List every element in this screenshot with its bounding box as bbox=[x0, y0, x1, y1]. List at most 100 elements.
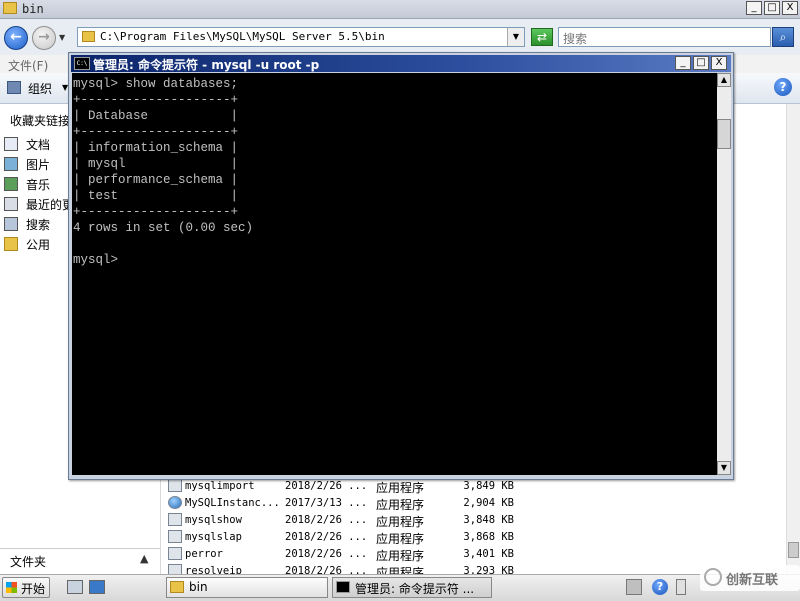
console-text: mysql> show databases; +----------------… bbox=[73, 77, 254, 267]
favorites-heading: 收藏夹链接 bbox=[10, 114, 71, 128]
watermark-logo-icon bbox=[704, 568, 722, 586]
file-date: 2018/2/26 ... bbox=[285, 480, 368, 492]
console-output[interactable]: mysql> show databases; +----------------… bbox=[72, 73, 717, 475]
watermark: 创新互联 bbox=[700, 565, 800, 591]
start-label: 开始 bbox=[21, 582, 46, 596]
folder-icon bbox=[3, 2, 17, 14]
file-name: mysqlslap bbox=[185, 531, 242, 543]
task-label: 管理员: 命令提示符 ... bbox=[355, 582, 475, 596]
file-row[interactable]: resolveip 2018/2/26 ... 应用程序 3,293 KB bbox=[168, 563, 688, 574]
file-type: 应用程序 bbox=[376, 566, 425, 574]
cmd-title-bar[interactable]: C:\ 管理员: 命令提示符 - mysql -u root -p _ □ X bbox=[71, 55, 731, 72]
file-type: 应用程序 bbox=[376, 498, 425, 512]
application-icon bbox=[168, 530, 182, 543]
file-size: 3,868 KB bbox=[463, 531, 514, 543]
address-field[interactable]: C:\Program Files\MySQL\MySQL Server 5.5\… bbox=[77, 27, 525, 47]
file-date: 2018/2/26 ... bbox=[285, 548, 368, 560]
scroll-up-icon[interactable]: ▲ bbox=[717, 73, 731, 87]
scroll-down-icon[interactable]: ▼ bbox=[717, 461, 731, 475]
console-icon: C:\ bbox=[74, 57, 90, 70]
recent-icon bbox=[4, 197, 18, 211]
refresh-button[interactable]: ⇄ bbox=[531, 28, 553, 46]
minimize-button[interactable]: _ bbox=[675, 56, 691, 70]
address-dropdown-icon[interactable]: ▼ bbox=[507, 28, 524, 46]
maximize-button[interactable]: □ bbox=[693, 56, 709, 70]
application-icon bbox=[168, 479, 182, 492]
file-date: 2018/2/26 ... bbox=[285, 531, 368, 543]
close-button[interactable]: X bbox=[782, 1, 798, 15]
folders-label: 文件夹 bbox=[10, 555, 47, 569]
back-arrow-icon: ← bbox=[10, 29, 22, 45]
back-button[interactable]: ← bbox=[4, 26, 28, 50]
cmd-title: 管理员: 命令提示符 - mysql -u root -p bbox=[93, 58, 320, 72]
file-type: 应用程序 bbox=[376, 515, 425, 529]
show-desktop-icon[interactable] bbox=[89, 580, 105, 594]
task-label: bin bbox=[189, 580, 208, 594]
file-date: 2018/2/26 ... bbox=[285, 565, 368, 574]
sidebar-item-label: 公用 bbox=[26, 238, 51, 252]
application-icon bbox=[168, 564, 182, 574]
scrollbar-thumb[interactable] bbox=[788, 542, 799, 558]
file-date: 2018/2/26 ... bbox=[285, 514, 368, 526]
history-dropdown-icon[interactable]: ▼ bbox=[59, 33, 65, 42]
explorer-title: bin bbox=[22, 2, 44, 16]
forward-button[interactable]: → bbox=[32, 26, 56, 50]
windows-logo-icon bbox=[6, 582, 17, 593]
cmd-window-controls: _ □ X bbox=[675, 56, 727, 70]
file-type: 应用程序 bbox=[376, 532, 425, 546]
help-icon[interactable]: ? bbox=[652, 579, 668, 595]
file-row[interactable]: mysqlslap 2018/2/26 ... 应用程序 3,868 KB bbox=[168, 529, 688, 546]
console-scrollbar[interactable]: ▲ ▼ bbox=[717, 73, 731, 475]
folder-icon bbox=[170, 581, 184, 593]
file-type: 应用程序 bbox=[376, 549, 425, 563]
start-button[interactable]: 开始 bbox=[2, 577, 50, 598]
chevron-up-icon: ▲ bbox=[140, 552, 149, 565]
forward-arrow-icon: → bbox=[38, 29, 50, 45]
sidebar-item-label: 文档 bbox=[26, 138, 51, 152]
help-icon[interactable]: ? bbox=[774, 78, 792, 96]
file-name: mysqlimport bbox=[185, 480, 255, 492]
file-name: perror bbox=[185, 548, 223, 560]
search-input[interactable]: 搜索 bbox=[558, 27, 771, 47]
pictures-icon bbox=[4, 157, 18, 171]
documents-icon bbox=[4, 137, 18, 151]
task-button-cmd[interactable]: 管理员: 命令提示符 ... bbox=[332, 577, 492, 598]
file-type: 应用程序 bbox=[376, 481, 425, 495]
file-row[interactable]: MySQLInstanc... 2017/3/13 ... 应用程序 2,904… bbox=[168, 495, 688, 512]
taskbar: 开始 bin 管理员: 命令提示符 ... ? bbox=[0, 574, 800, 601]
file-name: MySQLInstanc... bbox=[185, 497, 280, 509]
sidebar-item-label: 音乐 bbox=[26, 178, 51, 192]
maximize-button[interactable]: □ bbox=[764, 1, 780, 15]
sidebar-item-label: 搜索 bbox=[26, 218, 51, 232]
file-row[interactable]: mysqlimport 2018/2/26 ... 应用程序 3,849 KB bbox=[168, 478, 688, 495]
task-button-bin[interactable]: bin bbox=[166, 577, 328, 598]
organize-icon bbox=[7, 81, 21, 94]
search-icon[interactable]: ⌕ bbox=[772, 27, 794, 47]
network-icon[interactable] bbox=[676, 579, 686, 595]
keyboard-icon[interactable] bbox=[626, 579, 642, 595]
file-date: 2017/3/13 ... bbox=[285, 497, 368, 509]
minimize-button[interactable]: _ bbox=[746, 1, 762, 15]
sidebar-item-label: 最近的更 bbox=[26, 198, 75, 212]
server-manager-icon[interactable] bbox=[67, 580, 83, 594]
music-icon bbox=[4, 177, 18, 191]
file-row[interactable]: perror 2018/2/26 ... 应用程序 3,401 KB bbox=[168, 546, 688, 563]
close-button[interactable]: X bbox=[711, 56, 727, 70]
file-row[interactable]: mysqlshow 2018/2/26 ... 应用程序 3,848 KB bbox=[168, 512, 688, 529]
file-size: 3,401 KB bbox=[463, 548, 514, 560]
explorer-window-controls: _ □ X bbox=[746, 1, 798, 15]
command-prompt-window: C:\ 管理员: 命令提示符 - mysql -u root -p _ □ X … bbox=[68, 52, 734, 480]
file-size: 3,849 KB bbox=[463, 480, 514, 492]
file-name: mysqlshow bbox=[185, 514, 242, 526]
folders-toggle[interactable]: 文件夹 ▲ bbox=[0, 548, 160, 573]
organize-button[interactable]: 组织 bbox=[28, 80, 52, 97]
address-toolbar: ← → ▼ C:\Program Files\MySQL\MySQL Serve… bbox=[0, 19, 800, 55]
file-list-scrollbar[interactable] bbox=[786, 104, 800, 574]
console-icon bbox=[336, 581, 350, 593]
file-size: 3,293 KB bbox=[463, 565, 514, 574]
file-size: 3,848 KB bbox=[463, 514, 514, 526]
watermark-text: 创新互联 bbox=[726, 573, 779, 588]
menu-file[interactable]: 文件(F) bbox=[8, 57, 48, 74]
folder-icon bbox=[82, 31, 95, 42]
scrollbar-thumb[interactable] bbox=[717, 119, 731, 149]
